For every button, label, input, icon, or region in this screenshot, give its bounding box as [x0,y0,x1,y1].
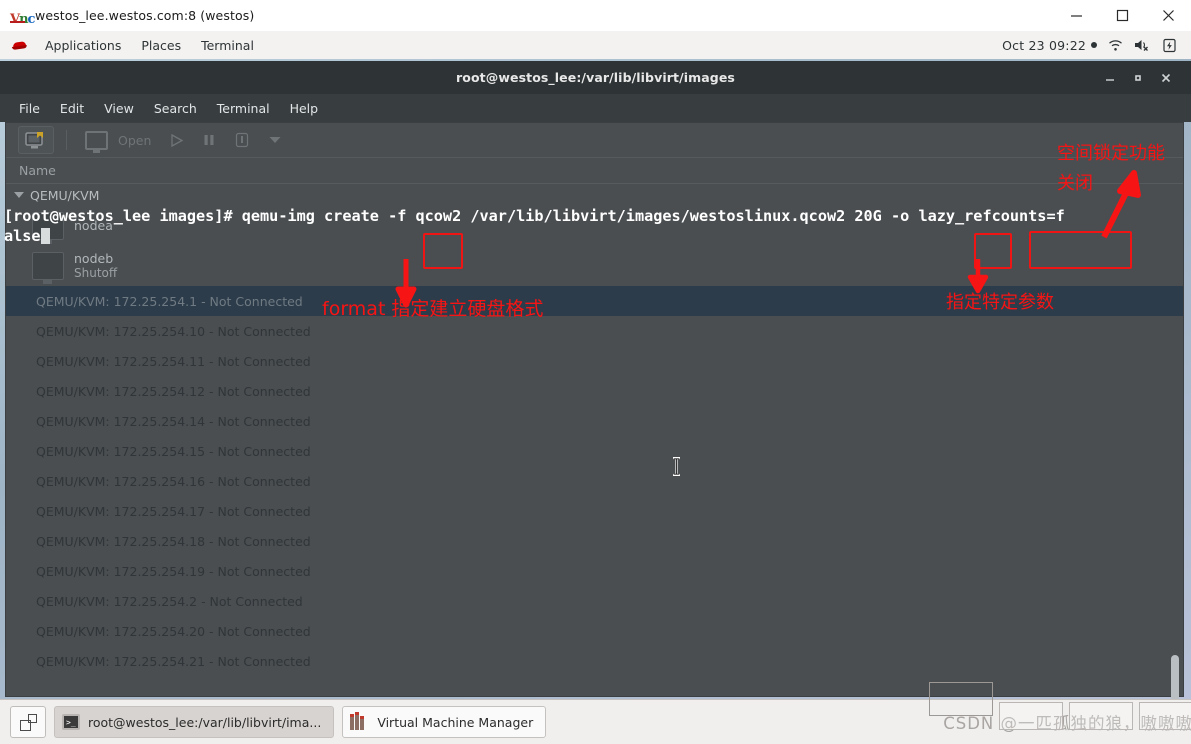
maximize-icon[interactable] [1099,0,1145,31]
terminal-output-area[interactable]: [root@westos_lee images]# qemu-img creat… [0,122,1191,246]
watermark-boxes [929,682,1191,730]
terminal-menu-file[interactable]: File [10,97,49,120]
vmm-row-7[interactable]: QEMU/KVM: 172.25.254.17 - Not Connected [6,496,1183,526]
terminal-title: root@westos_lee:/var/lib/libvirt/images [456,70,735,85]
panel-menu-terminal[interactable]: Terminal [191,35,264,56]
watermark-box [929,682,993,716]
vmm-row-12[interactable]: QEMU/KVM: 172.25.254.21 - Not Connected [6,646,1183,676]
vmm-row-10[interactable]: QEMU/KVM: 172.25.254.2 - Not Connected [6,586,1183,616]
volume-muted-icon[interactable] [1133,36,1151,54]
wifi-icon[interactable] [1106,36,1124,54]
annotation-format-note: format 指定建立硬盘格式 [322,298,544,320]
annotation-lock-note-line2: 关闭 [1057,173,1093,194]
terminal-command-option: lazy_refcounts=f [918,207,1065,225]
text-cursor-icon [673,457,680,476]
watermark-box [1069,702,1133,730]
redhat-logo-icon [11,38,28,52]
vnc-viewer-icon: Vnc [10,11,35,27]
battery-charging-icon[interactable] [1160,36,1178,54]
viewer-titlebar: Vnc westos_lee.westos.com:8 (westos) [0,0,1191,32]
terminal-menu-view[interactable]: View [95,97,143,120]
viewer-title: westos_lee.westos.com:8 (westos) [35,8,255,23]
vmm-row-2[interactable]: QEMU/KVM: 172.25.254.11 - Not Connected [6,346,1183,376]
vmm-row-8[interactable]: QEMU/KVM: 172.25.254.18 - Not Connected [6,526,1183,556]
annotation-lock-note-line1: 空间锁定功能 [1057,143,1165,164]
maximize-icon[interactable] [1125,65,1151,91]
terminal-command-part2: qcow2 /var/lib/libvirt/images/westoslinu… [406,207,891,225]
close-icon[interactable] [1145,0,1191,31]
bottom-taskbar: >_ root@westos_lee:/var/lib/libvirt/ima.… [0,682,1191,744]
terminal-titlebar: root@westos_lee:/var/lib/libvirt/images [0,61,1191,94]
panel-clock[interactable]: Oct 23 09:22 [1002,38,1097,53]
panel-clock-text: Oct 23 09:22 [1002,37,1086,53]
vmm-row-11[interactable]: QEMU/KVM: 172.25.254.20 - Not Connected [6,616,1183,646]
viewer-window-buttons [1053,0,1191,31]
terminal-command-wrap-line: alse [4,226,1191,246]
terminal-menu-terminal[interactable]: Terminal [208,97,279,120]
taskbar-item-label: root@westos_lee:/var/lib/libvirt/ima... [88,714,322,730]
vmm-row-4[interactable]: QEMU/KVM: 172.25.254.14 - Not Connected [6,406,1183,436]
minimize-icon[interactable] [1097,65,1123,91]
terminal-flag-o: -o [890,207,910,225]
gnome-top-panel: Applications Places Terminal Oct 23 09:2… [0,31,1191,60]
notification-dot-icon [1091,42,1097,48]
terminal-command-line: [root@westos_lee images]# qemu-img creat… [4,206,1191,226]
vmm-scrollbar-thumb[interactable] [1171,655,1179,700]
taskbar-item-label: Virtual Machine Manager [377,714,534,730]
vmm-row-5[interactable]: QEMU/KVM: 172.25.254.15 - Not Connected [6,436,1183,466]
vmm-row-3[interactable]: QEMU/KVM: 172.25.254.12 - Not Connected [6,376,1183,406]
terminal-cursor [40,228,50,244]
terminal-command-part1: qemu-img create [241,207,389,225]
terminal-menubar: File Edit View Search Terminal Help [0,94,1191,122]
vmm-row-6[interactable]: QEMU/KVM: 172.25.254.16 - Not Connected [6,466,1183,496]
vmm-icon [350,711,369,730]
vnc-viewer-window: Vnc westos_lee.westos.com:8 (westos) App… [0,0,1191,744]
taskbar-item-terminal[interactable]: >_ root@westos_lee:/var/lib/libvirt/ima.… [54,706,335,738]
terminal-command-wrap: alse [4,227,41,245]
annotation-param-note: 指定特定参数 [946,292,1054,313]
vmm-row-1[interactable]: QEMU/KVM: 172.25.254.10 - Not Connected [6,316,1183,346]
taskbar-item-vmm[interactable]: Virtual Machine Manager [342,706,547,738]
gnome-desktop: Open Name QEMU/KVM nodea nodeb Shutoff Q… [0,59,1191,700]
terminal-menu-edit[interactable]: Edit [51,97,93,120]
terminal-menu-search[interactable]: Search [145,97,206,120]
watermark-box [999,702,1063,730]
watermark-box [1139,702,1191,730]
panel-menu-applications[interactable]: Applications [35,35,131,56]
close-icon[interactable] [1153,65,1179,91]
minimize-icon[interactable] [1053,0,1099,31]
terminal-window: root@westos_lee:/var/lib/libvirt/images … [0,61,1191,285]
terminal-menu-help[interactable]: Help [281,97,328,120]
terminal-prompt: [root@westos_lee images]# [4,207,242,225]
panel-menu-places[interactable]: Places [131,35,191,56]
show-desktop-icon[interactable] [10,706,46,738]
terminal-icon: >_ [62,714,80,730]
terminal-window-buttons [1097,65,1191,91]
terminal-flag-f: -f [388,207,407,225]
panel-status-area: Oct 23 09:22 [1002,36,1191,54]
vmm-row-9[interactable]: QEMU/KVM: 172.25.254.19 - Not Connected [6,556,1183,586]
